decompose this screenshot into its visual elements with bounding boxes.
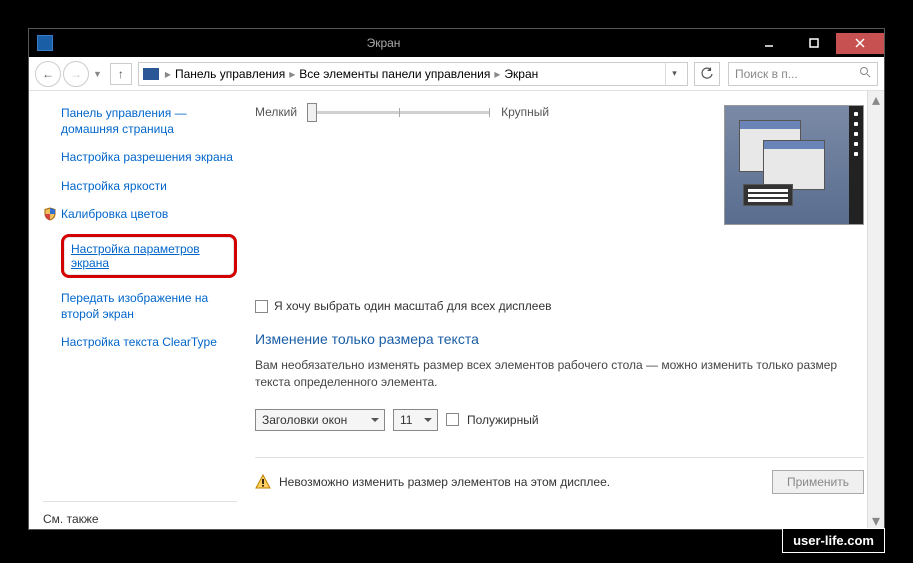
sidebar: Панель управления — домашняя страница На…: [29, 91, 247, 529]
breadcrumb-item[interactable]: Панель управления: [171, 67, 289, 81]
scale-slider[interactable]: [309, 111, 489, 114]
warning-text: Невозможно изменить размер элементов на …: [279, 475, 610, 489]
search-input[interactable]: Поиск в п...: [728, 62, 878, 86]
body-area: Панель управления — домашняя страница На…: [29, 91, 884, 529]
content-area: Мелкий Крупный: [247, 91, 884, 529]
sidebar-cleartype-link[interactable]: Настройка текста ClearType: [43, 334, 237, 350]
slider-thumb[interactable]: [307, 103, 317, 122]
element-select[interactable]: Заголовки окон: [255, 409, 385, 431]
sidebar-brightness-link[interactable]: Настройка яркости: [43, 178, 237, 194]
warning-row: Невозможно изменить размер элементов на …: [255, 470, 864, 494]
sidebar-calibration-link[interactable]: Калибровка цветов: [43, 206, 237, 222]
window-title: Экран: [61, 36, 706, 50]
sidebar-resolution-link[interactable]: Настройка разрешения экрана: [43, 149, 237, 165]
maximize-button[interactable]: [791, 33, 836, 54]
see-also-heading: См. также: [43, 512, 237, 526]
sidebar-params-highlight: Настройка параметров экрана: [43, 234, 237, 278]
one-scale-checkbox-row: Я хочу выбрать один масштаб для всех дис…: [255, 299, 864, 313]
control-panel-icon: [143, 68, 159, 80]
vertical-scrollbar[interactable]: ▴ ▾: [867, 91, 884, 529]
breadcrumb-item[interactable]: Все элементы панели управления: [295, 67, 494, 81]
refresh-button[interactable]: [694, 62, 720, 86]
one-scale-checkbox[interactable]: [255, 300, 268, 313]
window-controls: [746, 33, 884, 54]
shield-icon: [43, 207, 57, 221]
divider: [255, 457, 864, 458]
bold-label: Полужирный: [467, 413, 539, 427]
size-select[interactable]: 11: [393, 409, 438, 431]
display-preview: [724, 105, 864, 225]
text-element-controls: Заголовки окон 11 Полужирный: [255, 409, 864, 431]
address-bar[interactable]: ▸ Панель управления ▸ Все элементы панел…: [138, 62, 688, 86]
divider: [43, 501, 237, 502]
navigation-bar: ← → ▼ ↑ ▸ Панель управления ▸ Все элемен…: [29, 57, 884, 91]
search-icon: [859, 66, 871, 81]
search-placeholder: Поиск в п...: [735, 67, 798, 81]
scroll-down-icon[interactable]: ▾: [868, 512, 884, 529]
history-dropdown-icon[interactable]: ▼: [93, 69, 102, 79]
app-icon: [37, 35, 53, 51]
sidebar-home-link[interactable]: Панель управления — домашняя страница: [43, 105, 237, 137]
display-settings-window: Экран ← → ▼ ↑ ▸ Панель управления ▸ Все …: [28, 28, 885, 530]
close-button[interactable]: [836, 33, 884, 54]
sidebar-second-screen-link[interactable]: Передать изображение на второй экран: [43, 290, 237, 322]
breadcrumb-item[interactable]: Экран: [500, 67, 542, 81]
up-button[interactable]: ↑: [110, 63, 132, 85]
textsize-description: Вам необязательно изменять размер всех э…: [255, 357, 864, 391]
one-scale-label: Я хочу выбрать один масштаб для всех дис…: [274, 299, 552, 313]
warning-icon: [255, 474, 271, 490]
minimize-button[interactable]: [746, 33, 791, 54]
textsize-heading: Изменение только размера текста: [255, 331, 864, 347]
back-button[interactable]: ←: [35, 61, 61, 87]
scroll-up-icon[interactable]: ▴: [868, 91, 884, 108]
watermark: user-life.com: [782, 528, 885, 553]
scale-large-label: Крупный: [501, 105, 549, 119]
bold-checkbox[interactable]: [446, 413, 459, 426]
scale-small-label: Мелкий: [255, 105, 297, 119]
address-dropdown-icon[interactable]: ▾: [665, 63, 683, 85]
titlebar: Экран: [29, 29, 884, 57]
apply-button[interactable]: Применить: [772, 470, 864, 494]
sidebar-params-link[interactable]: Настройка параметров экрана: [71, 242, 227, 270]
forward-button[interactable]: →: [63, 61, 89, 87]
